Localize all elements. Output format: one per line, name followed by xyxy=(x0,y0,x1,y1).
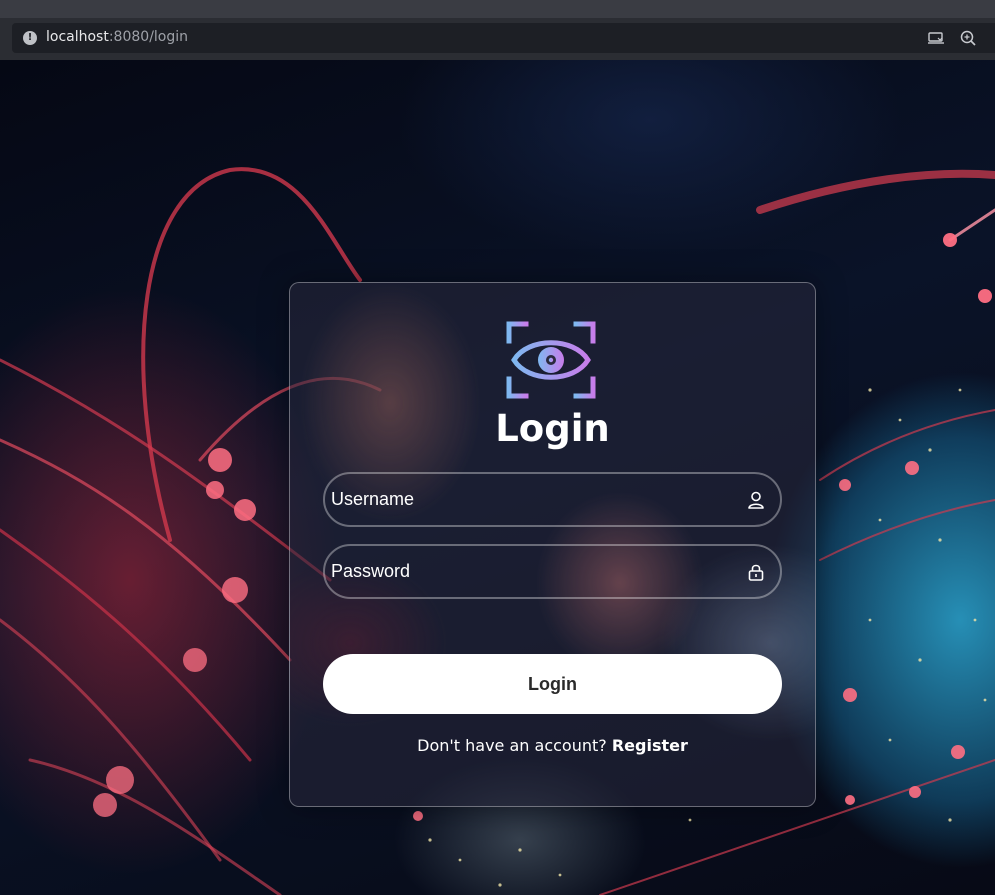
register-prompt-text: Don't have an account? xyxy=(417,736,607,755)
url-host: localhost xyxy=(46,29,109,45)
password-field[interactable] xyxy=(323,544,782,599)
address-bar[interactable]: ! localhost:8080/login xyxy=(12,23,995,53)
login-card: Login Login Don't have an account? Regis… xyxy=(289,282,816,807)
url-path: :8080/login xyxy=(108,29,189,45)
login-button[interactable]: Login xyxy=(323,654,782,714)
info-icon[interactable]: ! xyxy=(23,31,37,45)
lock-icon xyxy=(748,564,764,581)
zoom-icon[interactable] xyxy=(959,29,977,47)
password-input[interactable] xyxy=(331,546,731,597)
login-page-background: Login Login Don't have an account? Regis… xyxy=(0,60,995,895)
cast-icon[interactable] xyxy=(927,29,945,47)
username-field[interactable] xyxy=(323,472,782,527)
register-link[interactable]: Register xyxy=(612,736,688,755)
user-icon xyxy=(748,491,764,509)
username-input[interactable] xyxy=(331,474,731,525)
login-title: Login xyxy=(495,407,610,450)
browser-tab-strip xyxy=(0,0,995,18)
url-text[interactable]: localhost:8080/login xyxy=(46,29,188,45)
eye-scan-logo-icon xyxy=(506,321,596,399)
browser-toolbar: ! localhost:8080/login xyxy=(0,18,995,60)
register-prompt: Don't have an account? Register xyxy=(290,736,815,755)
